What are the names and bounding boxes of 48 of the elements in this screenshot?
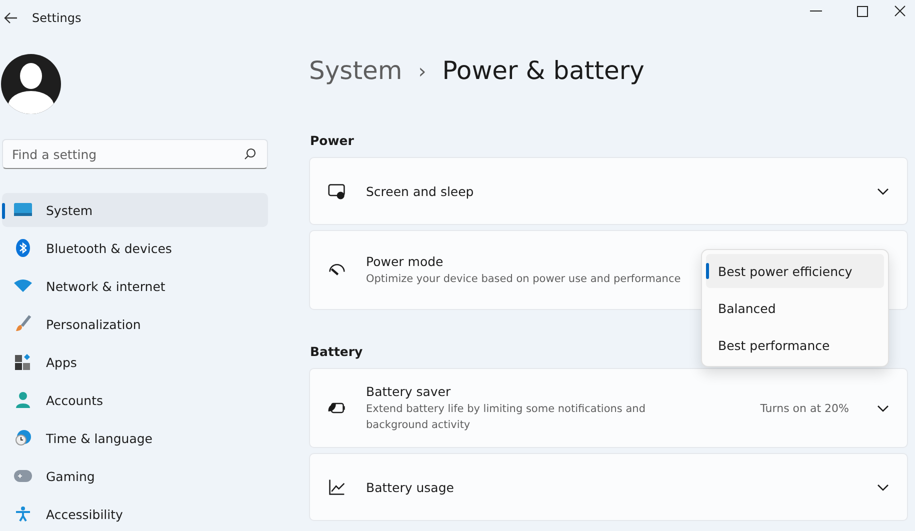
- setting-card[interactable]: Battery usage: [309, 453, 908, 521]
- window-title: Settings: [32, 11, 82, 25]
- chevron-down-icon[interactable]: [877, 484, 889, 490]
- dropdown-option[interactable]: Best performance: [706, 328, 884, 362]
- section-title: Power: [310, 133, 354, 148]
- globe-clock-icon: [15, 430, 31, 446]
- wifi-icon: [14, 279, 32, 293]
- setting-title: Battery saver: [366, 384, 452, 398]
- chevron-down-icon[interactable]: [877, 404, 889, 412]
- maximize-icon[interactable]: [856, 6, 868, 16]
- setting-description: Extend battery life by limiting some notifications and background activity: [366, 402, 646, 432]
- breadcrumb-separator: ›: [418, 58, 426, 82]
- breadcrumb-link[interactable]: System: [309, 56, 402, 85]
- nav-item[interactable]: Time & language: [2, 421, 268, 455]
- search-field[interactable]: Find a setting: [2, 139, 268, 169]
- nav-item[interactable]: Accounts: [2, 383, 268, 417]
- setting-description: Optimize your device based on power use and performance: [366, 272, 682, 286]
- page-title: Power & battery: [442, 56, 644, 85]
- chevron-down-icon[interactable]: [877, 188, 889, 194]
- setting-title: Battery usage: [366, 480, 455, 494]
- paintbrush-icon: [14, 315, 32, 333]
- dropdown-option[interactable]: Best power efficiency: [706, 254, 884, 288]
- nav-item[interactable]: Network & internet: [2, 269, 268, 303]
- nav-item[interactable]: Apps: [2, 345, 268, 379]
- close-icon[interactable]: [894, 5, 906, 17]
- accessibility-icon: [15, 506, 31, 522]
- nav-item[interactable]: Gaming: [2, 459, 268, 493]
- nav-item[interactable]: Accessibility: [2, 497, 268, 531]
- minimize-icon[interactable]: [810, 10, 822, 12]
- screen-moon-icon: [328, 182, 346, 200]
- section-title: Battery: [310, 344, 363, 359]
- setting-card[interactable]: Battery saver Extend battery life by limiting some notifications and background activity Turns on at 20%: [309, 368, 908, 448]
- nav-item[interactable]: System: [2, 193, 268, 227]
- setting-title: Screen and sleep: [366, 184, 475, 198]
- line-chart-icon: [328, 478, 346, 496]
- apps-icon: [15, 354, 31, 370]
- nav-item[interactable]: Bluetooth & devices: [2, 231, 268, 265]
- bluetooth-icon: [16, 239, 30, 257]
- gamepad-icon: [14, 470, 32, 482]
- dropdown-option[interactable]: Balanced: [706, 291, 884, 325]
- person-icon: [16, 392, 30, 408]
- back-arrow-icon[interactable]: [4, 12, 18, 24]
- setting-card[interactable]: Screen and sleep: [309, 157, 908, 225]
- nav-item[interactable]: Personalization: [2, 307, 268, 341]
- search-icon[interactable]: [244, 148, 256, 160]
- setting-value: Turns on at 20%: [760, 402, 849, 414]
- monitor-icon: [14, 203, 32, 217]
- setting-title: Power mode: [366, 254, 444, 268]
